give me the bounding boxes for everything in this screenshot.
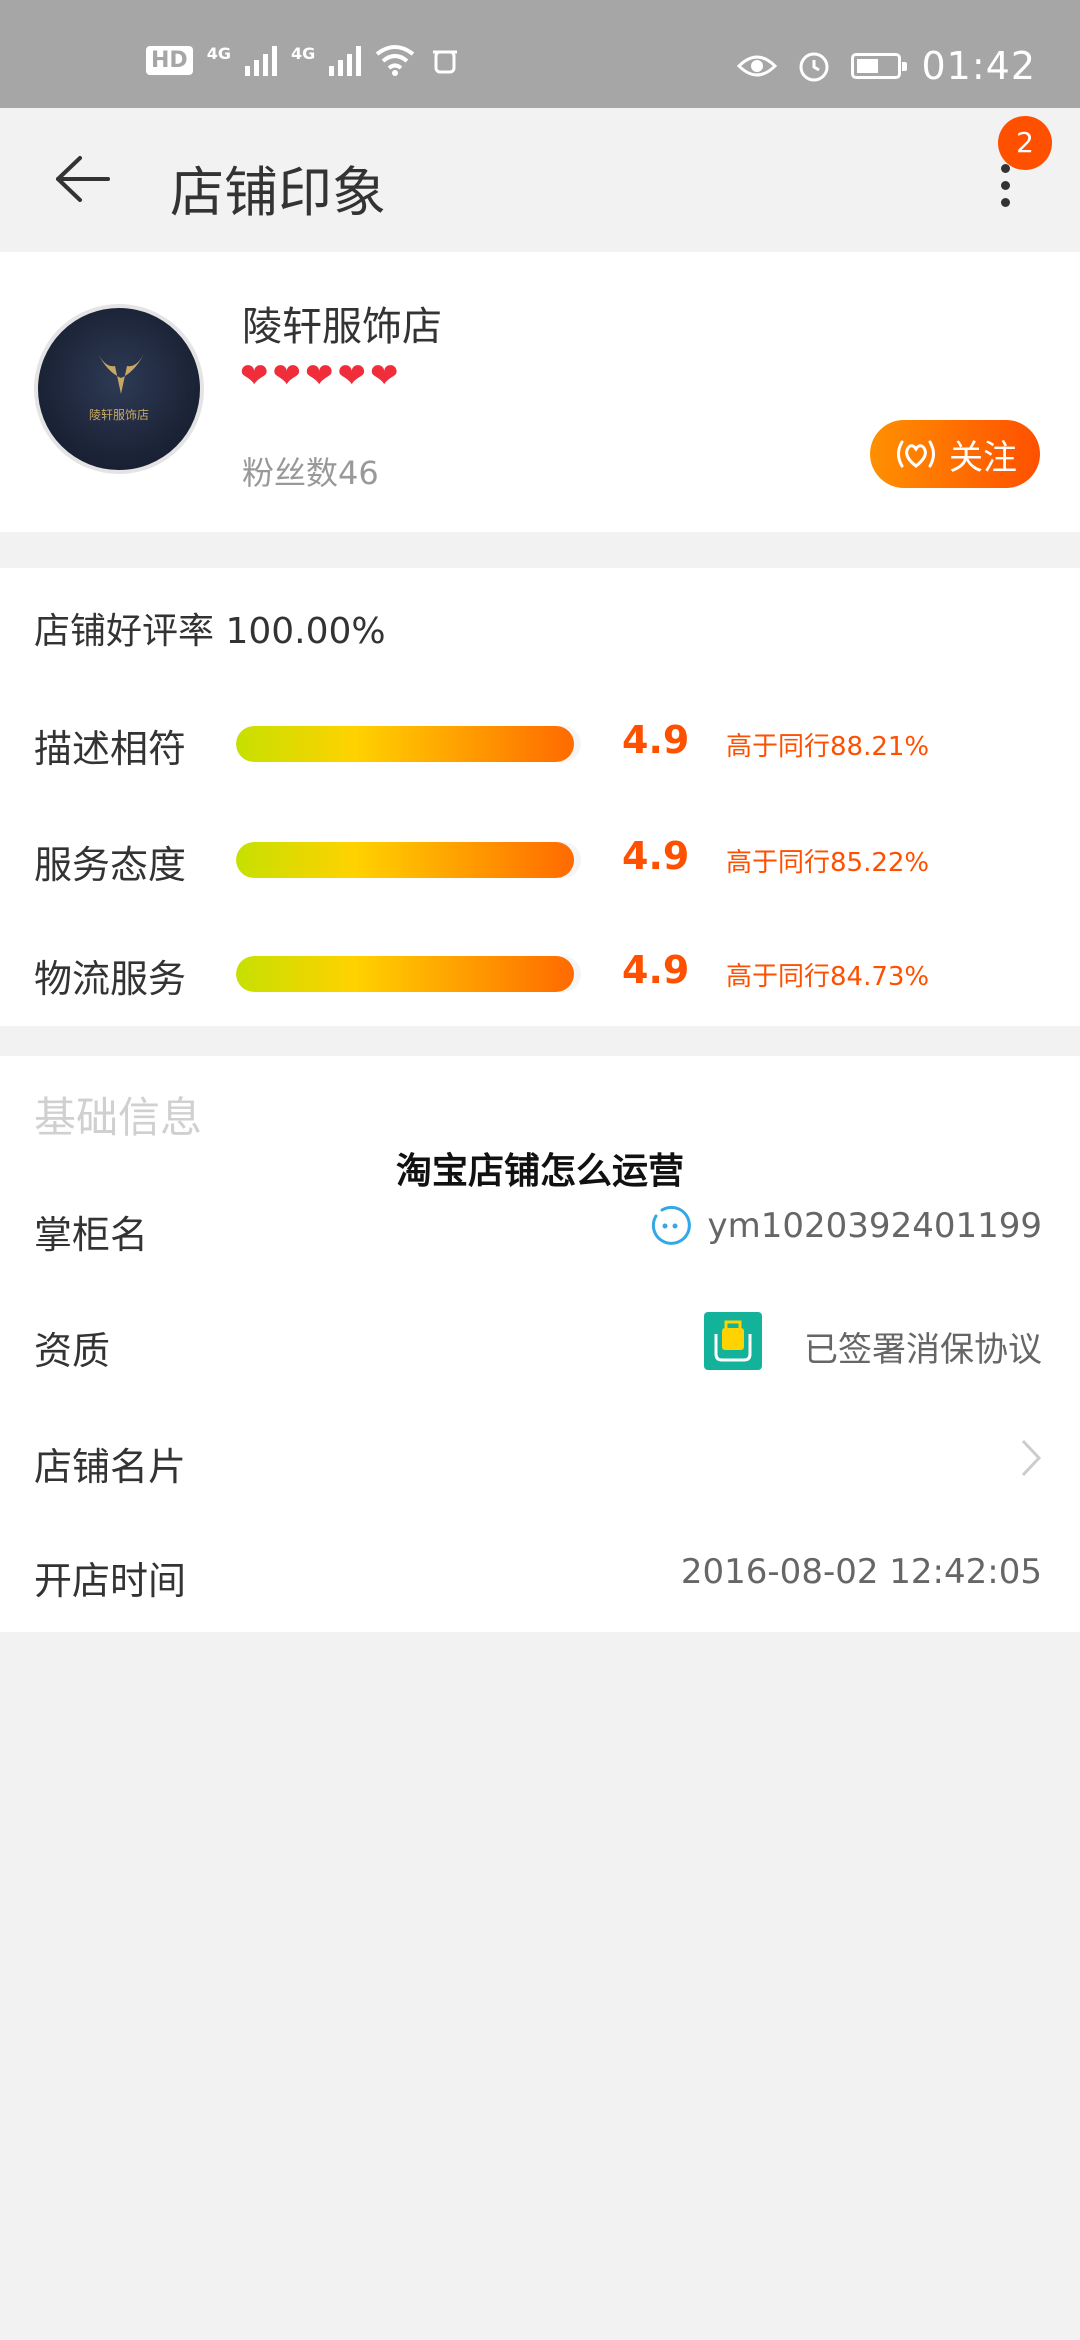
network-type-1: 4G xyxy=(206,44,231,63)
bull-logo-icon xyxy=(97,352,145,394)
signal-icon-2 xyxy=(329,44,362,76)
status-left: HD 4G 4G xyxy=(146,44,461,76)
wifi-icon xyxy=(375,45,415,76)
battery-icon xyxy=(851,53,908,79)
eye-icon xyxy=(737,55,778,77)
fan-count: 粉丝数46 xyxy=(242,454,379,492)
rating-score: 4.9 xyxy=(622,834,690,878)
cleaner-icon xyxy=(433,50,458,74)
overlay-caption: 淘宝店铺怎么运营 xyxy=(395,1151,684,1192)
info-label: 开店时间 xyxy=(34,1559,187,1603)
follow-heart-icon xyxy=(897,440,935,468)
network-type-2: 4G xyxy=(290,44,316,63)
nav-bar: 店铺印象 xyxy=(0,108,1080,250)
qualification-value: 已签署消保协议 xyxy=(804,1330,1042,1370)
rating-compare: 高于同行88.21% xyxy=(726,732,930,762)
follow-label: 关注 xyxy=(949,437,1017,478)
clock: 01:42 xyxy=(921,44,1036,88)
rating-bar xyxy=(236,842,581,878)
heart-icon: ❤ xyxy=(370,356,399,396)
info-label: 资质 xyxy=(34,1329,111,1373)
rating-label: 服务态度 xyxy=(34,843,187,887)
shop-avatar[interactable]: 陵轩服饰店 xyxy=(34,304,204,474)
rating-bar xyxy=(236,726,581,762)
info-label: 掌柜名 xyxy=(34,1213,149,1257)
signal-icon xyxy=(244,44,277,76)
rating-card: 店铺好评率 100.00% 描述相符 4.9 高于同行88.21% 服务态度 4… xyxy=(0,568,1080,1026)
info-row-open-date: 开店时间 2016-08-02 12:42:05 xyxy=(0,1524,1080,1624)
status-right: 01:42 xyxy=(737,44,1036,88)
notification-badge: 2 xyxy=(998,116,1052,170)
info-row-qualification[interactable]: 资质 已签署消保协议 xyxy=(0,1294,1080,1394)
wangwang-chat-icon[interactable] xyxy=(648,1204,692,1248)
consumer-protection-icon xyxy=(704,1312,762,1370)
rating-compare: 高于同行84.73% xyxy=(726,962,930,992)
heart-icon: ❤ xyxy=(305,356,334,396)
page-title: 店铺印象 xyxy=(170,161,386,224)
heart-icon: ❤ xyxy=(272,356,302,396)
hd-icon: HD xyxy=(146,45,193,75)
rating-score: 4.9 xyxy=(622,718,690,762)
rating-compare: 高于同行85.22% xyxy=(726,848,930,878)
avatar-logo-text: 陵轩服饰店 xyxy=(88,408,149,422)
info-label: 店铺名片 xyxy=(34,1445,187,1489)
shop-name: 陵轩服饰店 xyxy=(242,304,442,350)
rating-row-service: 服务态度 4.9 高于同行85.22% xyxy=(0,828,1080,888)
rating-bar-fill xyxy=(236,842,575,878)
follow-button[interactable]: 关注 xyxy=(870,420,1040,488)
info-row-business-card[interactable]: 店铺名片 xyxy=(0,1410,1080,1510)
rating-bar-fill xyxy=(236,956,575,992)
shop-level-hearts: ❤ ❤ ❤ ❤ ❤ xyxy=(240,356,399,396)
rating-label: 物流服务 xyxy=(34,957,187,1001)
status-bar: HD 4G 4G 01:42 xyxy=(0,0,1080,108)
section-title: 基础信息 xyxy=(34,1093,203,1142)
back-arrow-icon[interactable] xyxy=(52,154,112,204)
positive-rate: 店铺好评率 100.00% xyxy=(34,611,386,652)
rating-row-description: 描述相符 4.9 高于同行88.21% xyxy=(0,712,1080,772)
more-menu-icon[interactable] xyxy=(990,164,1020,220)
heart-icon: ❤ xyxy=(337,356,367,396)
chevron-right-icon xyxy=(1021,1439,1042,1477)
rating-bar xyxy=(236,956,581,992)
rating-label: 描述相符 xyxy=(34,727,187,771)
rating-row-logistics: 物流服务 4.9 高于同行84.73% xyxy=(0,942,1080,1002)
alarm-icon xyxy=(799,52,829,82)
rating-score: 4.9 xyxy=(622,948,690,992)
shop-card: 陵轩服饰店 陵轩服饰店 ❤ ❤ ❤ ❤ ❤ 粉丝数46 关注 xyxy=(0,252,1080,532)
heart-icon: ❤ xyxy=(240,356,269,396)
open-date-value: 2016-08-02 12:42:05 xyxy=(680,1552,1042,1592)
rating-bar-fill xyxy=(236,726,575,762)
owner-name: ym1020392401199 xyxy=(707,1206,1042,1246)
